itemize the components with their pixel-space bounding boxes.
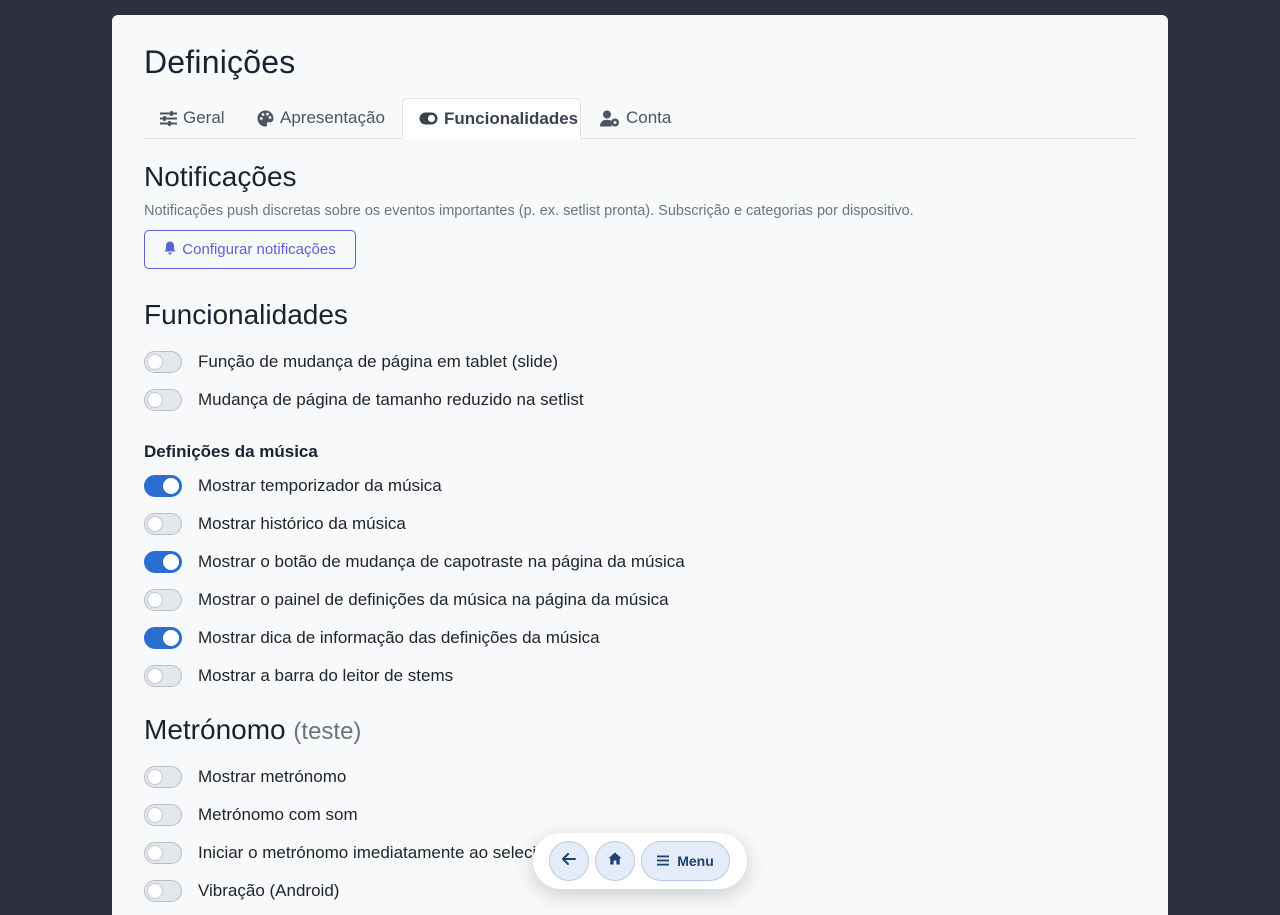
toggle-label: Mostrar metrónomo: [198, 767, 347, 786]
toggle-switch[interactable]: [144, 665, 182, 687]
tab-funcionalidades[interactable]: Funcionalidades: [402, 98, 581, 139]
toggle-label: Metrónomo com som: [198, 805, 358, 824]
toggle-row: Mostrar histórico da música: [144, 512, 406, 536]
toggle-row: Mudança de página de tamanho reduzido na…: [144, 388, 584, 412]
toggle-row: Mostrar o painel de definições da música…: [144, 588, 669, 612]
page-title: Definições: [144, 44, 296, 80]
toggle-row: Mostrar o botão de mudança de capotraste…: [144, 550, 685, 574]
toggle-row: Vibração (Android): [144, 879, 339, 903]
menu-icon: [657, 853, 670, 869]
toggle-row: Mostrar metrónomo: [144, 765, 346, 789]
toggle-switch[interactable]: [144, 389, 182, 411]
toggle-label: Mostrar temporizador da música: [198, 476, 442, 495]
toggle-label: Mostrar histórico da música: [198, 514, 406, 533]
tab-geral[interactable]: Geral: [144, 98, 240, 138]
tab-label: Conta: [626, 108, 672, 127]
arrow-left-icon: [562, 852, 576, 870]
toggle-switch[interactable]: [144, 551, 182, 573]
toggle-switch[interactable]: [144, 627, 182, 649]
tab-conta[interactable]: Conta: [584, 98, 684, 138]
menu-label: Menu: [677, 853, 714, 869]
metronome-title: Metrónomo (teste): [144, 714, 361, 746]
tab-label: Geral: [183, 108, 225, 127]
home-button[interactable]: [595, 841, 635, 881]
menu-button[interactable]: Menu: [641, 841, 730, 881]
toggle-label: Mudança de página de tamanho reduzido na…: [198, 390, 584, 409]
toggle-label: Mostrar o botão de mudança de capotraste…: [198, 552, 685, 571]
toggle-row: Iniciar o metrónomo imediatamente ao sel…: [144, 841, 570, 865]
toggle-row: Metrónomo com som: [144, 803, 358, 827]
floating-nav: Menu: [533, 833, 747, 889]
toggle-switch[interactable]: [144, 804, 182, 826]
features-title: Funcionalidades: [144, 299, 348, 330]
toggle-label: Vibração (Android): [198, 881, 340, 900]
settings-panel: Definições Geral Apresentação Funcionali…: [112, 15, 1168, 915]
configure-notifications-button[interactable]: Configurar notificações: [144, 230, 356, 269]
back-button[interactable]: [549, 841, 589, 881]
toggle-label: Mostrar dica de informação das definiçõe…: [198, 628, 600, 647]
tab-label: Funcionalidades: [444, 108, 579, 128]
toggle-label: Função de mudança de página em tablet (s…: [198, 352, 559, 371]
metronome-title-text: Metrónomo: [144, 714, 286, 745]
sliders-icon: [160, 110, 177, 126]
bell-icon: [164, 241, 176, 259]
tab-label: Apresentação: [280, 108, 385, 127]
toggle-switch[interactable]: [144, 351, 182, 373]
metronome-title-suffix: (teste): [293, 718, 362, 745]
toggle-switch[interactable]: [144, 513, 182, 535]
settings-tabs: Geral Apresentação Funcionalidades Conta: [144, 98, 1136, 139]
toggle-row: Mostrar temporizador da música: [144, 474, 442, 498]
toggle-switch[interactable]: [144, 589, 182, 611]
toggle-row: Mostrar a barra do leitor de stems: [144, 664, 453, 688]
home-icon: [608, 852, 622, 870]
notifications-title: Notificações: [144, 161, 297, 192]
toggle-switch[interactable]: [144, 842, 182, 864]
notifications-description: Notificações push discretas sobre os eve…: [144, 203, 914, 219]
tab-apresentacao[interactable]: Apresentação: [241, 98, 399, 138]
toggle-switch[interactable]: [144, 766, 182, 788]
user-gear-icon: [600, 110, 620, 127]
toggle-label: Mostrar o painel de definições da música…: [198, 590, 669, 609]
toggle-row: Função de mudança de página em tablet (s…: [144, 350, 558, 374]
toggle-row: Mostrar dica de informação das definiçõe…: [144, 626, 600, 650]
music-settings-subhead: Definições da música: [144, 442, 318, 461]
toggle-label: Mostrar a barra do leitor de stems: [198, 666, 454, 685]
palette-icon: [257, 110, 274, 127]
toggle-label: Iniciar o metrónomo imediatamente ao sel…: [198, 843, 571, 862]
button-label: Configurar notificações: [182, 241, 336, 258]
toggle-switch[interactable]: [144, 880, 182, 902]
toggle-switch[interactable]: [144, 475, 182, 497]
toggle-icon: [419, 112, 438, 125]
